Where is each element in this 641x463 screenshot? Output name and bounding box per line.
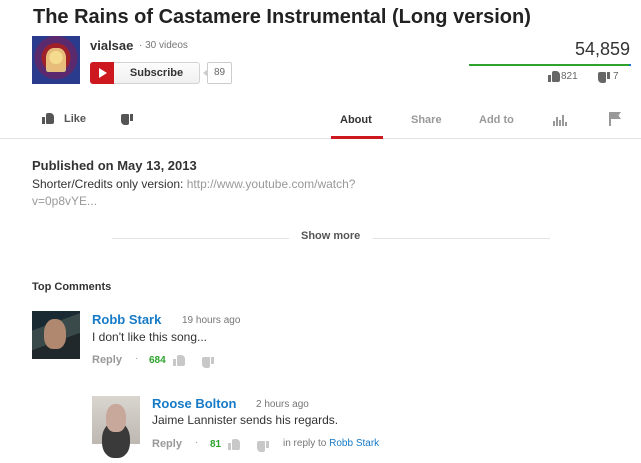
published-date: Published on May 13, 2013 <box>32 158 197 173</box>
comment-dislike-button[interactable] <box>257 441 269 452</box>
tab-share[interactable]: Share <box>411 114 442 126</box>
thumbs-up-icon <box>42 113 54 124</box>
like-button[interactable]: Like <box>40 110 86 128</box>
commenter-avatar[interactable] <box>92 396 140 444</box>
channel-avatar[interactable] <box>32 36 80 84</box>
active-tab-indicator <box>331 136 383 139</box>
comment-like-count: 81 <box>210 439 222 450</box>
likes-count: 821 <box>561 71 578 82</box>
thumbs-down-icon <box>598 72 610 83</box>
comment-time[interactable]: 19 hours ago <box>182 315 240 326</box>
reply-button[interactable]: Reply <box>152 438 182 450</box>
separator-dot: · <box>195 437 199 448</box>
show-more-button[interactable]: Show more <box>301 230 360 242</box>
in-reply-prefix: in reply to <box>283 438 330 449</box>
comments-heading: Top Comments <box>32 281 112 293</box>
comment-text: I don't like this song... <box>92 330 208 344</box>
like-bar-fill <box>469 64 630 66</box>
in-reply-to: in reply to Robb Stark <box>283 438 379 449</box>
subscriber-count-badge: 89 <box>202 62 233 84</box>
description-link[interactable]: http://www.youtube.com/watch? <box>187 177 356 191</box>
youtube-play-icon[interactable] <box>90 62 114 84</box>
divider <box>112 238 289 239</box>
video-title: The Rains of Castamere Instrumental (Lon… <box>33 6 531 28</box>
like-button-label: Like <box>64 113 87 125</box>
view-count: 54,859 <box>574 39 630 59</box>
dislike-button[interactable] <box>121 114 133 125</box>
channel-name-link[interactable]: vialsae <box>90 38 133 53</box>
comment-like-button[interactable] <box>173 355 185 366</box>
description-text: Shorter/Credits only version: <box>32 177 187 191</box>
in-reply-to-author-link[interactable]: Robb Stark <box>329 438 379 449</box>
reply-button[interactable]: Reply <box>92 354 122 366</box>
flag-icon[interactable] <box>609 112 621 126</box>
divider <box>373 238 550 239</box>
commenter-avatar[interactable] <box>32 311 80 359</box>
action-bar <box>0 103 641 139</box>
dislikes-count: 7 <box>613 71 619 82</box>
comment-time[interactable]: 2 hours ago <box>256 399 309 410</box>
comment-author[interactable]: Roose Bolton <box>152 396 237 411</box>
comment-like-count: 684 <box>149 355 166 366</box>
comment-dislike-button[interactable] <box>202 357 214 368</box>
tab-add-to[interactable]: Add to <box>479 114 514 126</box>
thumbs-up-icon <box>548 71 560 82</box>
subscribe-button[interactable]: Subscribe <box>114 62 200 84</box>
tab-about[interactable]: About <box>340 114 372 126</box>
description-link-continued[interactable]: v=0p8vYE... <box>32 194 97 208</box>
like-dislike-bar <box>469 64 631 66</box>
comment-like-button[interactable] <box>228 439 240 450</box>
separator-dot: · <box>135 353 139 364</box>
comment-text: Jaime Lannister sends his regards. <box>152 413 339 427</box>
stats-icon[interactable] <box>553 115 567 126</box>
description-line: Shorter/Credits only version: http://www… <box>32 177 355 191</box>
comment-author[interactable]: Robb Stark <box>92 312 161 327</box>
channel-video-count[interactable]: · 30 videos <box>139 40 188 51</box>
